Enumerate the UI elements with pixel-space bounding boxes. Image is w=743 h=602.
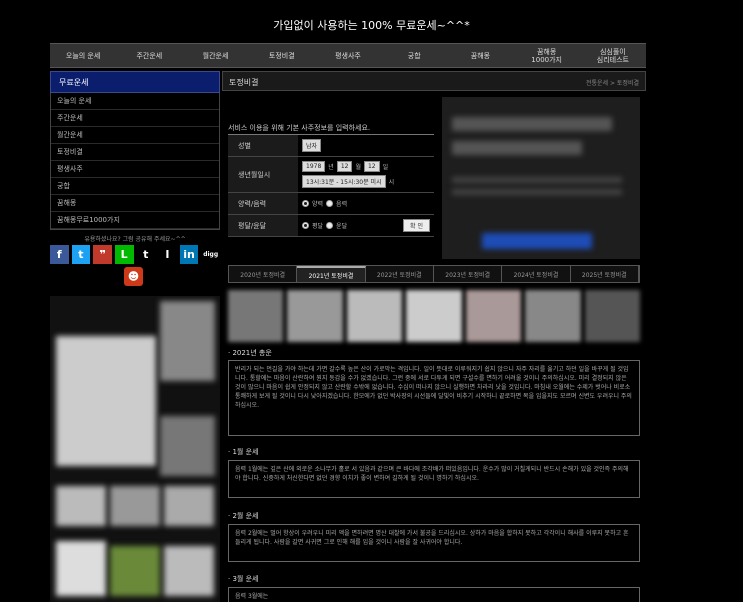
thumbnail[interactable] — [287, 290, 343, 342]
section-body: 음력 3월에는 — [228, 587, 640, 602]
top-navigation: 오늘의 운세 주간운세 월간운세 토정비결 평생사주 궁합 꿈해몽 꿈해몽 1000가지 심심풀… — [50, 43, 646, 68]
gender-label: 성별 — [228, 135, 298, 156]
page-title: 토정비결 — [229, 78, 259, 87]
year-select[interactable]: 1978 — [302, 161, 326, 172]
gender-select[interactable]: 남자 — [302, 139, 322, 152]
tab-year[interactable]: 2020년 토정비결 — [229, 266, 298, 282]
sidebar-menu: 오늘의 운세 주간운세 월간운세 토정비결 평생사주 궁합 꿈해몽 꿈해몽무료1000가지 — [50, 93, 220, 230]
nav-item[interactable]: 평생사주 — [315, 44, 381, 67]
sidebar-item[interactable]: 평생사주 — [51, 161, 219, 178]
sidebar-ad-area[interactable] — [50, 296, 220, 602]
section-title: · 3월 운세 — [228, 575, 259, 583]
thumbnail[interactable] — [525, 290, 581, 342]
ad-banner[interactable] — [442, 97, 640, 259]
sidebar-item[interactable]: 토정비결 — [51, 144, 219, 161]
tab-year[interactable]: 2022년 토정비결 — [365, 266, 434, 282]
digg-icon[interactable]: digg — [201, 245, 220, 264]
lunar-radio[interactable] — [326, 200, 334, 207]
birth-info-form: 성별 남자 생년월일시 1978 년 12 월 12 일 13시:31분 - 1… — [228, 134, 434, 237]
reddit-icon[interactable]: ☻ — [124, 267, 143, 286]
section-title: · 2월 운세 — [228, 512, 259, 520]
tab-year[interactable]: 2021년 토정비결 — [297, 266, 366, 282]
normal-month-radio[interactable] — [302, 222, 309, 229]
nav-item[interactable]: 궁합 — [381, 44, 447, 67]
breadcrumb: 전통운세 > 토정비결 — [585, 80, 639, 87]
birth-label: 생년월일시 — [228, 157, 298, 192]
sidebar-item[interactable]: 월간운세 — [51, 127, 219, 144]
leap-row: 평달/윤달 평달 윤달 확 인 — [228, 215, 434, 237]
month-select[interactable]: 12 — [336, 161, 353, 172]
image-strip — [228, 290, 640, 342]
main-content: 토정비결 전통운세 > 토정비결 서비스 이용을 위해 기본 사주정보를 입력하… — [222, 71, 646, 602]
nav-item[interactable]: 꿈해몽 — [447, 44, 513, 67]
sidebar-item[interactable]: 꿈해몽 — [51, 195, 219, 212]
share-buttons: f t ❞ Lt Iin digg — [50, 245, 220, 264]
thumbnail[interactable] — [346, 290, 403, 342]
sidebar-item[interactable]: 궁합 — [51, 178, 219, 195]
lunar-label: 음력 — [336, 201, 348, 208]
calendar-row: 양력/음력 양력 음력 — [228, 193, 434, 215]
nav-item[interactable]: 심심풀이 심리테스트 — [580, 44, 646, 67]
line-icon[interactable]: L — [114, 245, 134, 264]
sidebar-item[interactable]: 꿈해몽무료1000가지 — [51, 212, 219, 229]
tumblr-icon[interactable]: t — [136, 245, 156, 264]
twitter-icon[interactable]: t — [71, 245, 91, 264]
tab-year[interactable]: 2025년 토정비결 — [570, 266, 639, 282]
month-unit: 월 — [355, 164, 361, 171]
section-title: · 1월 운세 — [228, 448, 259, 456]
nav-item[interactable]: 토정비결 — [249, 44, 315, 67]
quote-icon[interactable]: ❞ — [93, 245, 112, 264]
section-title: · 2021년 총운 — [228, 349, 272, 357]
year-unit: 년 — [328, 164, 334, 171]
nav-item[interactable]: 꿈해몽 1000가지 — [514, 44, 580, 67]
site-title: 가입없이 사용하는 100% 무료운세~^^* — [273, 19, 470, 32]
normal-month-label: 평달 — [312, 223, 324, 230]
day-select[interactable]: 12 — [363, 161, 380, 172]
sidebar: 무료운세 오늘의 운세 주간운세 월간운세 토정비결 평생사주 궁합 꿈해몽 꿈해몽무료100… — [50, 71, 220, 602]
bar-icon[interactable]: I — [158, 245, 177, 264]
linkedin-icon[interactable]: in — [179, 245, 199, 264]
check-button[interactable]: 확 인 — [403, 219, 430, 232]
form-intro: 서비스 이용을 위해 기본 사주정보를 입력하세요. — [228, 124, 371, 132]
content-header: 토정비결 전통운세 > 토정비결 — [222, 71, 646, 91]
nav-item[interactable]: 오늘의 운세 — [50, 44, 116, 67]
section-body: 반리가 되는 먼길을 가야 하는데 가면 갈수록 높은 산이 가로막는 격입니다… — [228, 360, 640, 436]
leap-month-radio[interactable] — [326, 222, 334, 229]
calendar-label: 양력/음력 — [228, 193, 298, 214]
sidebar-item[interactable]: 오늘의 운세 — [51, 93, 219, 110]
year-tabs: 2020년 토정비결 2021년 토정비결 2022년 토정비결 2023년 토정비결… — [228, 265, 640, 283]
thumbnail[interactable] — [406, 290, 462, 342]
birth-row: 생년월일시 1978 년 12 월 12 일 13시:31분 - 15시:30분… — [228, 157, 434, 193]
thumbnail[interactable] — [584, 290, 640, 342]
time-unit: 시 — [388, 179, 395, 186]
thumbnail[interactable] — [465, 290, 522, 342]
leap-label: 평달/윤달 — [228, 215, 298, 236]
share-prompt: 유용하셨나요? 그럼 공유해 주세요~^^ — [84, 236, 186, 243]
thumbnail[interactable] — [228, 290, 284, 342]
tab-year[interactable]: 2024년 토정비결 — [502, 266, 571, 282]
sidebar-header: 무료운세 — [50, 71, 220, 93]
tab-year[interactable]: 2023년 토정비결 — [433, 266, 503, 282]
section-body: 음력 1월에는 깊은 산에 외로운 소나무가 홀로 서 있음과 같으며 큰 바다… — [228, 460, 640, 498]
leap-month-label: 윤달 — [336, 223, 348, 230]
time-select[interactable]: 13시:31분 - 15시:30분 미시 — [302, 175, 386, 188]
solar-radio[interactable] — [302, 200, 309, 207]
sidebar-item[interactable]: 주간운세 — [51, 110, 219, 127]
nav-item[interactable]: 주간운세 — [116, 44, 182, 67]
section-body: 음력 2월에는 멀어 항상이 우려우니 미리 액을 면하려면 명산 대찰에 가서… — [228, 524, 640, 562]
gender-row: 성별 남자 — [228, 135, 434, 157]
day-unit: 일 — [382, 164, 389, 171]
facebook-icon[interactable]: f — [50, 245, 69, 264]
solar-label: 양력 — [312, 201, 324, 208]
nav-item[interactable]: 월간운세 — [182, 44, 248, 67]
